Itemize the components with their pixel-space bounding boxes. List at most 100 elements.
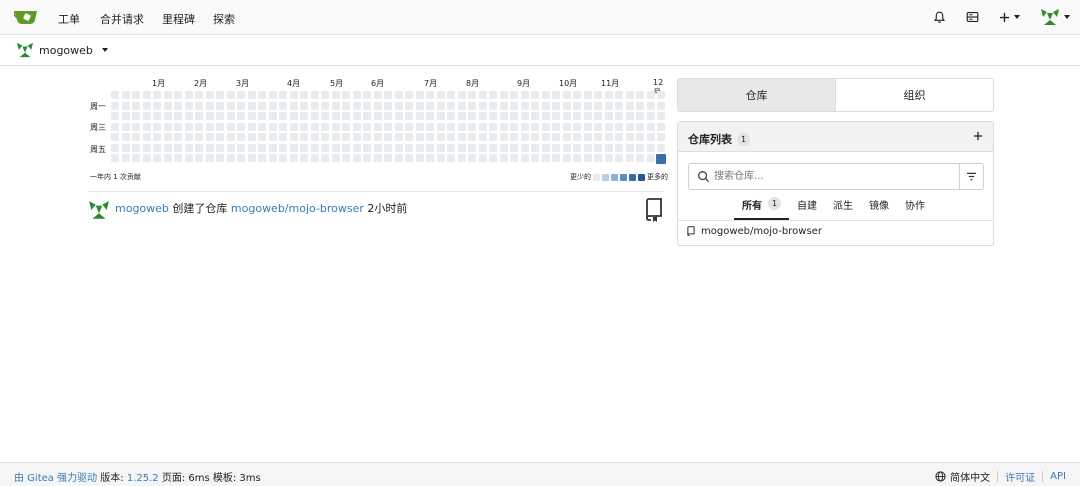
heatmap-cell (163, 112, 172, 120)
heatmap-cell (121, 101, 130, 110)
heatmap-cell (226, 133, 235, 141)
heatmap-cell (258, 101, 266, 110)
heatmap-cell (195, 133, 203, 141)
notifications-button[interactable] (930, 6, 948, 28)
repo-icon (687, 226, 695, 236)
heatmap-cell (226, 112, 235, 120)
heatmap-cell (226, 143, 235, 152)
heatmap-cell (111, 122, 119, 131)
heatmap-month: 7月 (424, 79, 438, 88)
heatmap-cell (331, 101, 340, 110)
new-repo-button[interactable] (973, 127, 983, 145)
heatmap-cell (321, 122, 329, 131)
nav-pulls-link[interactable]: 合并请求 (100, 11, 144, 27)
heatmap-cell (237, 101, 245, 110)
heatmap-cell (594, 91, 602, 99)
heatmap-cell (415, 133, 424, 141)
avatar-icon (17, 42, 33, 58)
heatmap-cell (604, 91, 613, 99)
subtab-forks[interactable]: 派生 (825, 197, 861, 220)
heatmap-cell (216, 122, 224, 131)
heatmap-cell (478, 112, 487, 120)
gitea-logo-icon[interactable] (14, 7, 38, 27)
license-link[interactable]: 许可证 (1005, 469, 1035, 484)
bell-icon (933, 11, 945, 23)
heatmap-cell (405, 101, 413, 110)
heatmap-cell (510, 154, 518, 162)
heatmap-cell (153, 122, 161, 131)
heatmap-cell (478, 91, 487, 99)
heatmap-cell (415, 112, 424, 120)
heatmap-cell (394, 133, 403, 141)
tab-repositories[interactable]: 仓库 (678, 79, 836, 111)
activity-feed-item: mogoweb 创建了仓库 mogoweb/mojo-browser 2小时前 (88, 198, 666, 228)
heatmap-cell (478, 101, 487, 110)
heatmap-cell (174, 154, 182, 162)
context-username: mogoweb (39, 43, 93, 57)
repo-list-item[interactable]: mogoweb/mojo-browser (686, 226, 822, 237)
repo-filter-button[interactable] (959, 164, 983, 189)
heatmap-cell (457, 91, 466, 99)
heatmap-cell (363, 122, 371, 131)
heatmap-cell (646, 154, 655, 162)
subtab-mirrors[interactable]: 镜像 (861, 197, 897, 220)
heatmap-cell (520, 91, 529, 99)
heatmap-cell (394, 112, 403, 120)
heatmap-cell (657, 143, 665, 152)
tracked-time-button[interactable] (962, 6, 982, 28)
heatmap-cell (531, 122, 539, 131)
heatmap-cell (237, 133, 245, 141)
context-user-switcher[interactable]: mogoweb (16, 42, 108, 58)
heatmap-cell (289, 133, 298, 141)
subtab-all[interactable]: 所有 1 (734, 197, 789, 220)
subtab-sources[interactable]: 自建 (789, 197, 825, 220)
heatmap-cell (436, 112, 445, 120)
subtab-collaborative[interactable]: 协作 (897, 197, 933, 220)
heatmap-cell (237, 91, 245, 99)
user-menu-button[interactable] (1038, 6, 1072, 28)
heatmap-cell (489, 122, 497, 131)
heatmap-cell (132, 91, 140, 99)
heatmap-month: 2月 (194, 79, 208, 88)
heatmap-cell (394, 91, 403, 99)
heatmap-cell (373, 101, 382, 110)
heatmap-cell (132, 101, 140, 110)
heatmap-cell (373, 91, 382, 99)
nav-milestones-link[interactable]: 里程碑 (162, 11, 195, 27)
heatmap-cell (457, 122, 466, 131)
version-link[interactable]: 1.25.2 (127, 473, 159, 484)
heatmap-cell (573, 122, 581, 131)
heatmap-cell (657, 133, 665, 141)
heatmap-cell (195, 112, 203, 120)
legend-swatch (620, 173, 627, 181)
heatmap-cell (646, 101, 655, 110)
heatmap-cell (520, 133, 529, 141)
powered-by-link[interactable]: 由 Gitea 强力驱动 (14, 473, 97, 484)
feed-repo-link[interactable]: mogoweb/mojo-browser (231, 202, 364, 215)
language-selector[interactable]: 简体中文 (950, 469, 990, 484)
heatmap-cell (594, 154, 602, 162)
avatar-icon[interactable] (88, 200, 110, 220)
nav-explore-link[interactable]: 探索 (213, 11, 235, 27)
heatmap-cell (625, 101, 634, 110)
heatmap-cell (604, 133, 613, 141)
feed-user-link[interactable]: mogoweb (115, 202, 169, 215)
api-link[interactable]: API (1050, 471, 1066, 482)
heatmap-cell (499, 101, 508, 110)
heatmap-cell (520, 143, 529, 152)
create-menu-button[interactable] (996, 6, 1022, 28)
heatmap-cell (405, 112, 413, 120)
heatmap-cell (342, 133, 350, 141)
heatmap-cell (562, 133, 571, 141)
chevron-down-icon (1064, 15, 1070, 19)
nav-issues-link[interactable]: 工单 (58, 11, 80, 27)
heatmap-cell (625, 133, 634, 141)
repo-search-input[interactable] (714, 164, 959, 189)
heatmap-cell (510, 133, 518, 141)
heatmap-cell (468, 133, 476, 141)
tab-organizations[interactable]: 组织 (836, 79, 993, 111)
heatmap-cell (394, 101, 403, 110)
heatmap-cell (279, 154, 287, 162)
heatmap-cell (457, 143, 466, 152)
heatmap-cell (352, 101, 361, 110)
